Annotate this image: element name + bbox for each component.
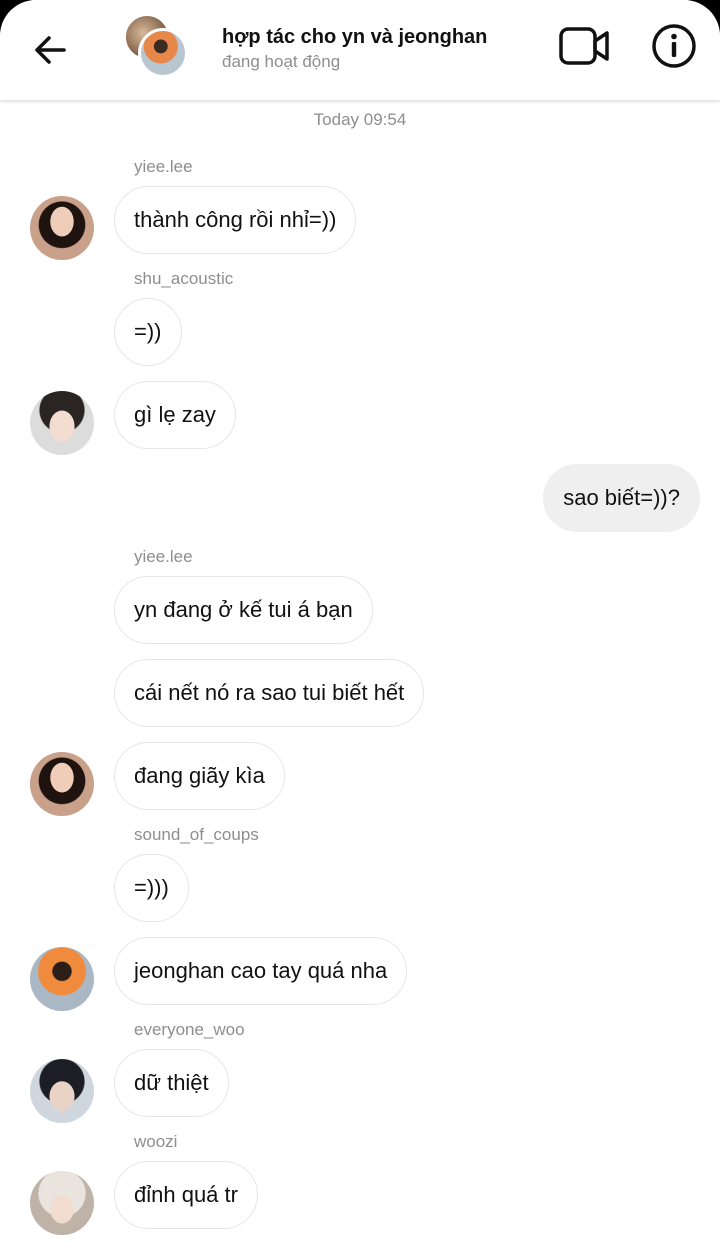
avatar[interactable] (30, 1171, 94, 1235)
avatar[interactable] (30, 947, 94, 1011)
video-call-icon (559, 27, 609, 65)
chat-header: hợp tác cho yn và jeonghan đang hoạt độn… (0, 0, 720, 100)
avatar[interactable] (30, 196, 94, 260)
message-bubble[interactable]: gì lẹ zay (114, 381, 236, 449)
info-button[interactable] (650, 22, 698, 70)
avatar[interactable] (30, 1059, 94, 1123)
message-bubble[interactable]: jeonghan cao tay quá nha (114, 937, 408, 1005)
back-button[interactable] (28, 28, 72, 72)
sender-name: shu_acoustic (134, 269, 234, 288)
group-avatar[interactable] (124, 14, 190, 80)
message-bubble[interactable]: cái nết nó ra sao tui biết hết (114, 659, 425, 727)
sender-name: yiee.lee (134, 547, 193, 566)
back-arrow-icon (35, 36, 66, 64)
message-bubble[interactable]: yn đang ở kế tui á bạn (114, 576, 373, 644)
avatar[interactable] (30, 752, 94, 816)
avatar[interactable] (30, 391, 94, 455)
sender-name: woozi (134, 1132, 178, 1151)
message-bubble[interactable]: dữ thiệt (114, 1049, 229, 1117)
message-bubble[interactable]: =))) (114, 854, 189, 922)
my-message-bubble[interactable]: sao biết=))? (543, 464, 700, 532)
chat-screen: hợp tác cho yn và jeonghan đang hoạt độn… (0, 0, 720, 1248)
info-icon (652, 24, 696, 68)
sender-name: sound_of_coups (134, 825, 259, 844)
sender-name: everyone_woo (134, 1020, 245, 1039)
video-call-button[interactable] (556, 24, 612, 68)
message-bubble[interactable]: =)) (114, 298, 182, 366)
message-bubble[interactable]: thành công rồi nhỉ=)) (114, 186, 357, 254)
message-bubble[interactable]: đang giãy kìa (114, 742, 285, 810)
date-separator: Today 09:54 (313, 110, 407, 129)
sender-name: yiee.lee (134, 157, 193, 176)
member-avatar-front (138, 28, 188, 78)
chat-title[interactable]: hợp tác cho yn và jeonghan (222, 26, 487, 49)
active-status: đang hoạt động (222, 52, 341, 71)
message-bubble[interactable]: đỉnh quá tr (114, 1161, 258, 1229)
